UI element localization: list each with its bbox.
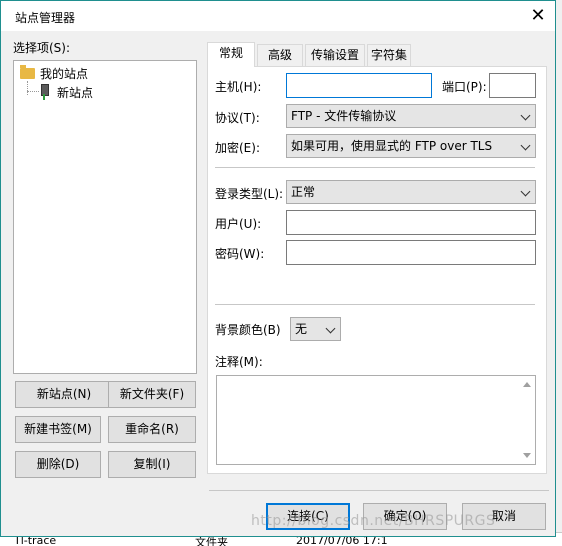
protocol-label: 协议(T): [215,111,260,125]
background-color-select[interactable]: 无 [290,317,341,341]
close-icon[interactable]: ✕ [527,5,549,27]
comments-label: 注释(M): [215,355,263,369]
copy-button[interactable]: 复制(I) [108,451,196,478]
delete-button[interactable]: 删除(D) [15,451,101,478]
tree-item-new-site[interactable]: 新站点 [40,83,93,101]
folder-icon [20,64,35,79]
site-manager-dialog: 站点管理器 ✕ 选择项(S): 我的站点 新站点 新站点(N) 新文件夹(F) … [0,0,556,537]
rename-button[interactable]: 重命名(R) [108,416,196,443]
watermark: http://blog.csdn.net/BHRSPURGS [251,513,496,529]
host-label: 主机(H): [215,80,262,94]
logon-type-value: 正常 [291,185,316,199]
protocol-value: FTP - 文件传输协议 [291,109,397,123]
encryption-label: 加密(E): [215,141,260,155]
site-tree[interactable]: 我的站点 新站点 [13,60,197,374]
password-input[interactable] [286,240,536,265]
background-color-value: 无 [295,322,308,336]
comments-textarea[interactable] [216,375,536,465]
tree-connector [27,81,28,95]
section-divider [215,304,535,305]
port-input[interactable] [489,73,536,98]
chevron-down-icon [520,140,531,151]
new-bookmark-button[interactable]: 新建书签(M) [15,416,101,443]
tab-general[interactable]: 常规 [207,42,255,67]
dialog-title: 站点管理器 [15,11,76,25]
server-icon [40,84,49,100]
select-entry-label: 选择项(S): [13,41,71,55]
background-color-label: 背景颜色(B) [215,323,281,337]
new-folder-button[interactable]: 新文件夹(F) [108,381,196,408]
encryption-value: 如果可用，使用显式的 FTP over TLS [291,139,493,153]
tab-transfer-settings[interactable]: 传输设置 [305,44,365,66]
user-label: 用户(U): [215,217,262,231]
protocol-select[interactable]: FTP - 文件传输协议 [286,104,536,128]
tab-charset[interactable]: 字符集 [367,44,411,66]
footer-divider [209,490,549,491]
scroll-up-icon[interactable] [523,382,531,387]
user-input[interactable] [286,210,536,235]
new-site-button[interactable]: 新站点(N) [15,381,113,408]
logon-type-label: 登录类型(L): [215,187,284,201]
encryption-select[interactable]: 如果可用，使用显式的 FTP over TLS [286,134,536,158]
title-bar: 站点管理器 ✕ [1,1,555,31]
scroll-down-icon[interactable] [523,453,531,458]
section-divider [215,167,535,168]
logon-type-select[interactable]: 正常 [286,180,536,204]
tree-item-new-site-label: 新站点 [57,85,94,100]
tree-connector [27,91,39,92]
chevron-down-icon [520,186,531,197]
host-input[interactable] [286,73,432,98]
chevron-down-icon [325,323,336,334]
chevron-down-icon [520,110,531,121]
tree-item-my-sites-label: 我的站点 [40,66,89,81]
password-label: 密码(W): [215,247,265,261]
tree-item-my-sites[interactable]: 我的站点 [20,64,89,81]
tab-advanced[interactable]: 高级 [257,44,303,66]
port-label: 端口(P): [442,80,487,94]
